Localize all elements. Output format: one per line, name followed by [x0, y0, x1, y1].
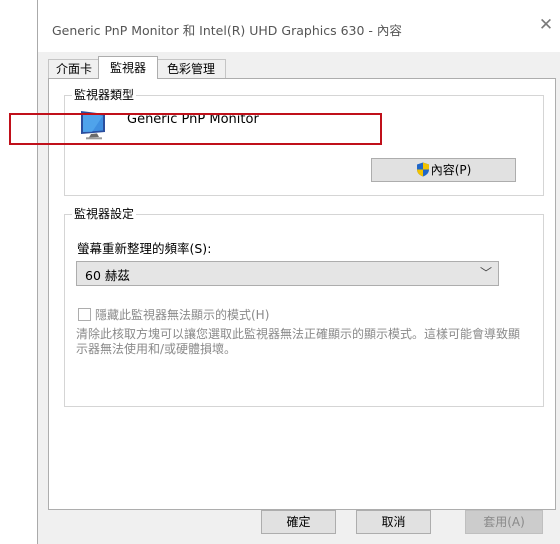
properties-button[interactable]: 內容(P) — [371, 158, 516, 182]
apply-button[interactable]: 套用(A) — [465, 510, 543, 534]
hide-modes-description: 清除此核取方塊可以讓您選取此監視器無法正確顯示的顯示模式。這樣可能會導致顯示器無… — [76, 327, 521, 356]
refresh-rate-select[interactable]: 60 赫茲 ﹀ — [76, 261, 499, 286]
hide-modes-label: 隱藏此監視器無法顯示的模式(H) — [95, 308, 270, 322]
hide-modes-checkbox[interactable] — [78, 308, 91, 321]
tab-color-management[interactable]: 色彩管理 — [156, 59, 226, 78]
refresh-rate-label: 螢幕重新整理的頻率(S): — [77, 241, 212, 256]
title-bar[interactable]: Generic PnP Monitor 和 Intel(R) UHD Graph… — [38, 0, 560, 52]
uac-shield-icon — [416, 162, 429, 177]
properties-button-label: 內容(P) — [430, 163, 472, 177]
tab-monitor[interactable]: 監視器 — [98, 56, 158, 79]
window-title: Generic PnP Monitor 和 Intel(R) UHD Graph… — [52, 23, 402, 38]
monitor-type-group-title: 監視器類型 — [72, 87, 137, 103]
close-icon[interactable]: ✕ — [536, 15, 556, 35]
ok-button[interactable]: 確定 — [261, 510, 336, 534]
refresh-rate-value: 60 赫茲 — [85, 268, 130, 283]
monitor-settings-group-title: 監視器設定 — [72, 206, 137, 222]
cancel-button[interactable]: 取消 — [356, 510, 431, 534]
properties-dialog: Generic PnP Monitor 和 Intel(R) UHD Graph… — [37, 0, 560, 544]
highlight-box — [9, 113, 382, 145]
monitor-type-group: 監視器類型 Generic PnP Monitor 內容(P) — [64, 87, 544, 196]
tab-adapter[interactable]: 介面卡 — [48, 59, 100, 78]
chevron-down-icon: ﹀ — [479, 266, 492, 280]
monitor-settings-group: 監視器設定 螢幕重新整理的頻率(S): 60 赫茲 ﹀ 隱藏此監視器無法顯示的模… — [64, 206, 544, 407]
